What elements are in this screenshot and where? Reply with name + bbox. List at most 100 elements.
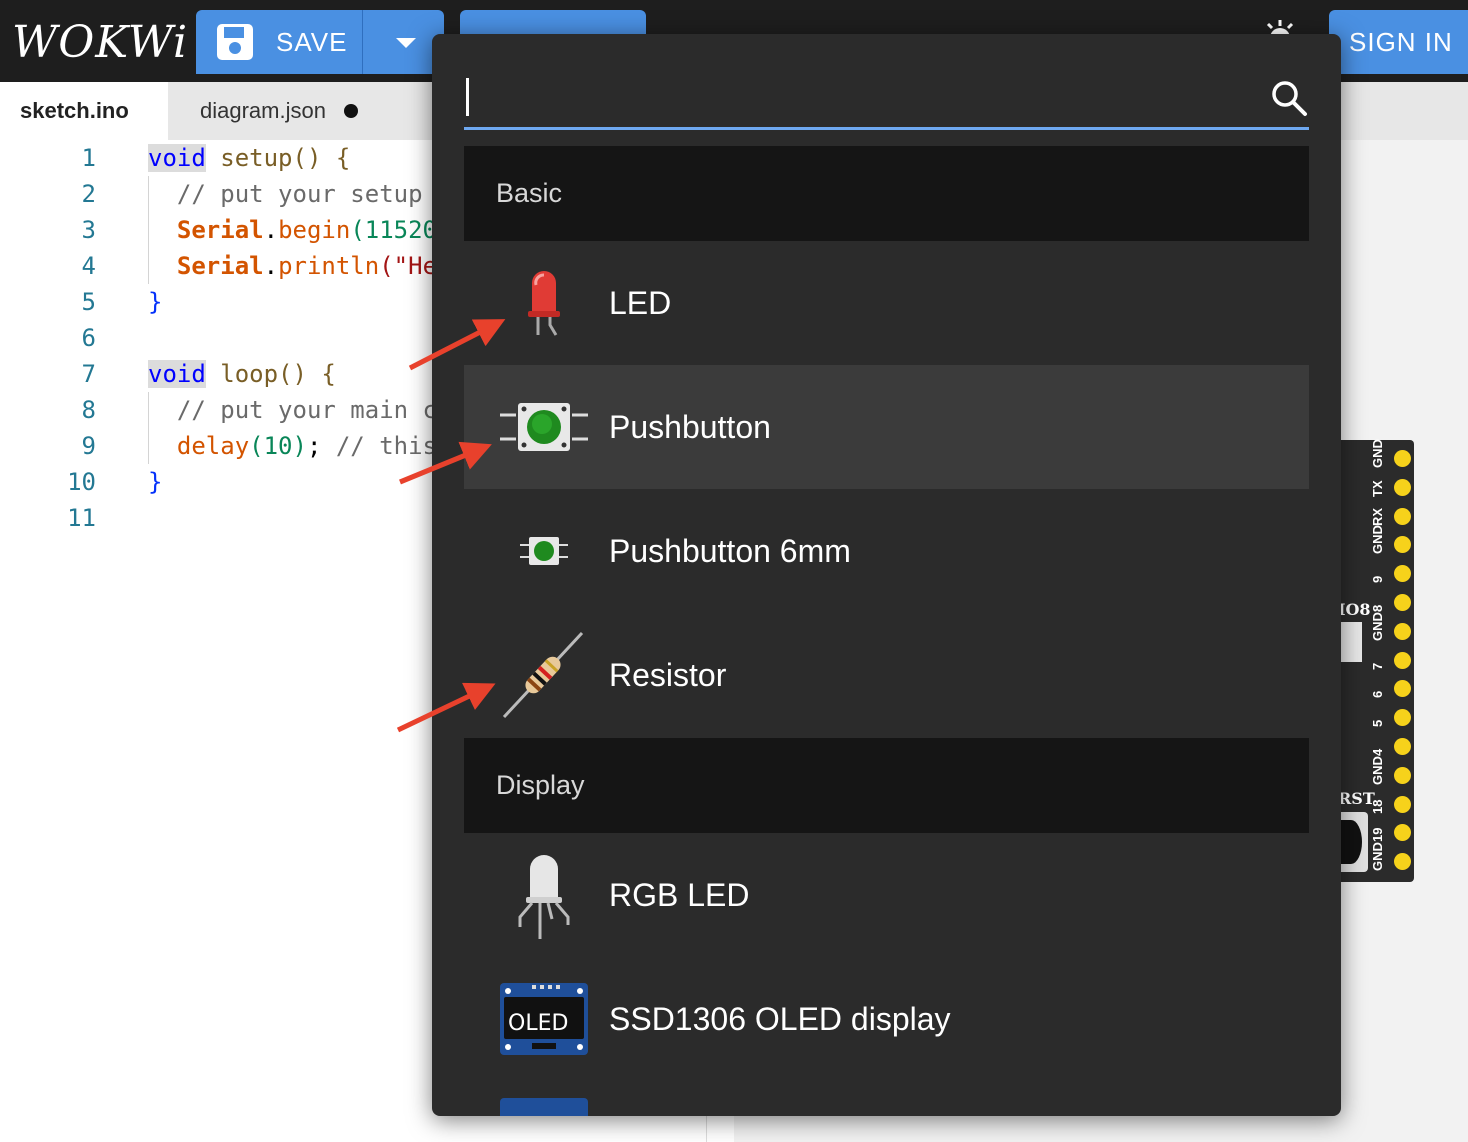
section-header-basic: Basic (464, 146, 1309, 241)
board-pin-label: 7 (1370, 662, 1385, 670)
pushbutton-6mm-icon (520, 537, 568, 565)
code-brace: } (148, 468, 163, 496)
line-number: 8 (81, 396, 96, 424)
line-number: 5 (81, 288, 96, 316)
board-pin-label: 19 (1370, 827, 1385, 843)
board-pin-label: GND (1370, 842, 1385, 872)
board-pin-label: 8 (1370, 604, 1385, 612)
board-pin-label: 5 (1370, 719, 1385, 728)
board-pin[interactable] (1394, 622, 1411, 640)
unsaved-dot-icon (343, 104, 358, 118)
part-item-label: Pushbutton (609, 408, 771, 445)
rgb-led-icon (518, 855, 570, 939)
pushbutton-icon (500, 403, 588, 451)
board-pin[interactable] (1394, 738, 1411, 755)
line-number: 2 (81, 180, 96, 208)
comment: // put your setup (148, 180, 423, 208)
board-pin[interactable] (1394, 651, 1411, 669)
code-function: delay (176, 432, 250, 460)
code-number: (10) (249, 432, 307, 460)
part-search-field[interactable] (464, 68, 1309, 130)
board-pin[interactable] (1394, 536, 1411, 554)
board-pin-label: GND (1370, 525, 1385, 555)
code-object: Serial (176, 216, 264, 244)
save-options-chevron-down-icon[interactable] (396, 38, 416, 48)
board-pin-label: 4 (1370, 748, 1385, 756)
part-item-label: SSD1306 OLED display (609, 1000, 951, 1037)
board-pin[interactable] (1394, 478, 1411, 496)
code-method: println (278, 252, 380, 280)
keyword: void (148, 360, 206, 388)
reset-button-cap (1340, 820, 1362, 864)
code-dot: . (263, 252, 279, 280)
comment: // this (335, 432, 438, 460)
line-number: 6 (81, 324, 96, 352)
board-pin[interactable] (1394, 450, 1411, 467)
code-dot: . (263, 216, 279, 244)
line-number: 9 (81, 432, 96, 460)
code-method: begin (278, 216, 351, 244)
board-pin-label: GND (1370, 755, 1385, 785)
search-icon[interactable] (1269, 78, 1309, 118)
board-pin-label: 9 (1370, 575, 1385, 584)
board-pin[interactable] (1394, 507, 1411, 525)
board-pin-label: GND (1370, 439, 1385, 468)
part-item-rgb-led[interactable]: RGB LED (464, 833, 1309, 957)
tab-sketch-ino[interactable]: sketch.ino (0, 82, 168, 140)
next-part-icon-partial (500, 1098, 588, 1116)
board-pin[interactable] (1394, 824, 1411, 842)
led-icon (528, 271, 560, 336)
code-text: setup() { (205, 144, 351, 172)
board-pin[interactable] (1394, 853, 1411, 871)
save-divider (362, 10, 363, 74)
resistor-icon (502, 631, 584, 719)
part-search-input[interactable] (464, 68, 1244, 126)
board-component (1340, 622, 1362, 662)
part-item-led[interactable]: LED (464, 241, 1309, 365)
board-pin-label: RX (1370, 507, 1385, 526)
code-text: ; (306, 432, 336, 460)
reset-button[interactable] (1340, 812, 1368, 872)
wokwi-logo[interactable]: WOKWi (12, 12, 188, 72)
part-item-label: Pushbutton 6mm (609, 532, 851, 569)
floppy-disk-icon (217, 24, 253, 60)
code-brace: } (148, 288, 163, 316)
line-number: 10 (67, 468, 96, 496)
board-pin-label: TX (1370, 480, 1385, 497)
code-number: (11520 (350, 216, 438, 244)
microcontroller-board[interactable]: IO8 RST GND TX RX GND 9 8 GND 7 6 5 4 GND 18 19 GND (1338, 439, 1414, 882)
part-item-ssd1306-oled[interactable]: OLED SSD1306 OLED display (464, 957, 1309, 1081)
part-item-resistor[interactable]: Resistor (464, 613, 1309, 737)
board-pin[interactable] (1394, 766, 1411, 784)
text-cursor (466, 78, 469, 116)
keyword: void (148, 144, 206, 172)
sign-in-button[interactable]: SIGN IN (1329, 10, 1468, 74)
tab-label: diagram.json (200, 98, 326, 123)
save-button[interactable]: SAVE (196, 10, 444, 74)
board-pin[interactable] (1394, 709, 1411, 727)
board-pin-label: 6 (1370, 691, 1385, 699)
code-string: ("He (379, 252, 438, 280)
part-item-label: LED (609, 284, 672, 321)
line-number: 7 (81, 360, 96, 388)
section-header-display: Display (464, 738, 1309, 833)
board-pin-label: GND (1370, 611, 1385, 641)
board-pin[interactable] (1394, 680, 1411, 698)
board-label-io8: IO8 (1338, 600, 1371, 619)
part-item-pushbutton-6mm[interactable]: Pushbutton 6mm (464, 489, 1309, 613)
tab-diagram-json[interactable]: diagram.json (200, 82, 400, 140)
board-pin[interactable] (1394, 795, 1411, 813)
add-part-popup: Basic LED Pushbutton Pushbutton 6mm Resi… (432, 34, 1341, 1116)
comment: // put your main c (148, 396, 437, 424)
board-pin-label: 18 (1370, 799, 1385, 814)
line-number: 3 (81, 216, 96, 244)
part-item-label: Resistor (609, 656, 727, 693)
board-pin[interactable] (1394, 594, 1411, 611)
code-text: loop() { (205, 360, 336, 388)
part-item-pushbutton[interactable]: Pushbutton (464, 365, 1309, 489)
line-number: 11 (67, 504, 96, 532)
board-pin[interactable] (1394, 565, 1411, 583)
oled-icon-text: OLED (508, 1011, 569, 1036)
line-number: 4 (81, 252, 96, 280)
tab-label: sketch.ino (20, 98, 129, 123)
